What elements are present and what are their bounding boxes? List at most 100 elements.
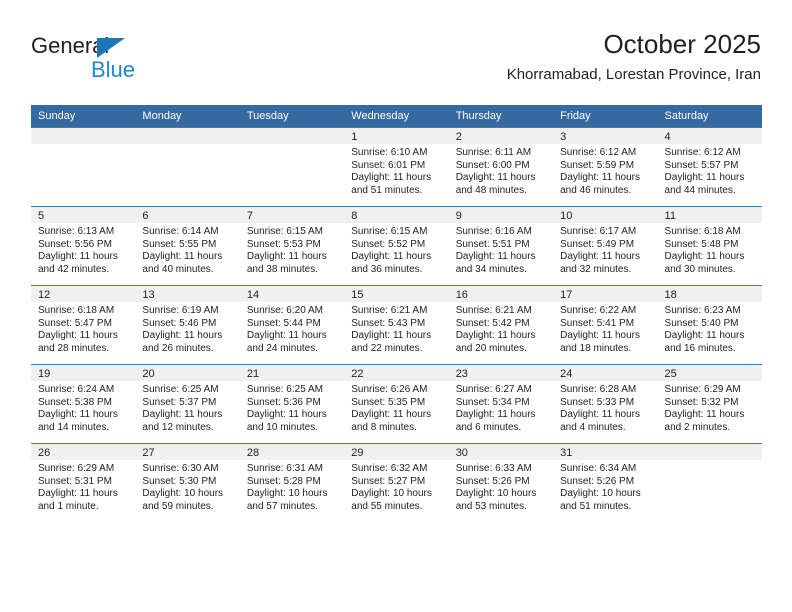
calendar-day-cell[interactable]: 29 Sunrise: 6:32 AM Sunset: 5:27 PM Dayligh… (344, 443, 449, 522)
daylight-text-line1: Daylight: 10 hours (246, 488, 328, 500)
day-number: 20 (135, 365, 240, 381)
daylight-text-line2: and 30 minutes. (664, 263, 736, 275)
daylight-text-line1: Daylight: 11 hours (351, 409, 432, 421)
sunrise-text: Sunrise: 6:29 AM (664, 384, 741, 395)
calendar-day-cell[interactable]: 20 Sunrise: 6:25 AM Sunset: 5:37 PM Dayligh… (135, 364, 240, 444)
calendar-day-cell[interactable]: 22 Sunrise: 6:26 AM Sunset: 5:35 PM Dayligh… (344, 364, 449, 444)
day-number-empty (135, 128, 240, 144)
calendar-day-cell[interactable]: 25 Sunrise: 6:29 AM Sunset: 5:32 PM Dayligh… (657, 364, 762, 444)
calendar-day-cell[interactable]: 30 Sunrise: 6:33 AM Sunset: 5:26 PM Dayligh… (448, 443, 554, 522)
calendar-day-cell[interactable]: 12 Sunrise: 6:18 AM Sunset: 5:47 PM Dayligh… (31, 285, 136, 365)
calendar-week-row: 12 Sunrise: 6:18 AM Sunset: 5:47 PM Dayligh… (31, 285, 762, 365)
sunrise-text: Sunrise: 6:21 AM (351, 305, 428, 316)
calendar-day-cell[interactable]: 1 Sunrise: 6:10 AM Sunset: 6:01 PM Daylight… (344, 127, 449, 207)
sunrise-text: Sunrise: 6:28 AM (560, 384, 637, 395)
daylight-text-line1: Daylight: 10 hours (560, 488, 641, 500)
day-details: Sunrise: 6:22 AM Sunset: 5:41 PM Daylight:… (553, 302, 657, 355)
sunrise-text: Sunrise: 6:25 AM (142, 384, 219, 395)
day-number: 22 (344, 365, 449, 381)
day-number-empty (239, 128, 345, 144)
calendar-day-cell[interactable]: 9 Sunrise: 6:16 AM Sunset: 5:51 PM Daylight… (448, 206, 554, 286)
sunset-text: Sunset: 5:48 PM (664, 238, 739, 250)
calendar-day-cell[interactable]: 7 Sunrise: 6:15 AM Sunset: 5:53 PM Daylight… (239, 206, 345, 286)
calendar-day-cell[interactable]: 6 Sunrise: 6:14 AM Sunset: 5:55 PM Daylight… (135, 206, 240, 286)
sunset-text: Sunset: 6:00 PM (455, 159, 530, 171)
calendar-week-row: 1 Sunrise: 6:10 AM Sunset: 6:01 PM Daylight… (31, 127, 762, 207)
daylight-text-line1: Daylight: 11 hours (455, 330, 536, 342)
day-details: Sunrise: 6:26 AM Sunset: 5:35 PM Daylight:… (344, 381, 448, 434)
daylight-text-line1: Daylight: 10 hours (455, 488, 537, 500)
calendar-day-cell[interactable]: 28 Sunrise: 6:31 AM Sunset: 5:28 PM Dayligh… (239, 443, 345, 522)
daylight-text-line2: and 10 minutes. (246, 421, 319, 433)
sunset-text: Sunset: 5:46 PM (142, 317, 217, 329)
logo-text-blue: Blue (91, 57, 136, 82)
day-details: Sunrise: 6:31 AM Sunset: 5:28 PM Daylight:… (240, 460, 344, 513)
day-details: Sunrise: 6:18 AM Sunset: 5:47 PM Daylight:… (31, 302, 135, 355)
day-number: 26 (31, 444, 136, 460)
day-number: 6 (135, 207, 240, 223)
daylight-text-line1: Daylight: 11 hours (142, 409, 223, 421)
day-number: 18 (657, 286, 762, 302)
sunrise-text: Sunrise: 6:33 AM (455, 463, 532, 474)
daylight-text-line2: and 51 minutes. (351, 184, 423, 196)
day-number: 31 (553, 444, 658, 460)
day-details: Sunrise: 6:14 AM Sunset: 5:55 PM Daylight:… (135, 223, 239, 276)
calendar-day-cell[interactable]: 24 Sunrise: 6:28 AM Sunset: 5:33 PM Dayligh… (553, 364, 658, 444)
sunset-text: Sunset: 5:36 PM (246, 396, 321, 408)
day-details: Sunrise: 6:27 AM Sunset: 5:34 PM Daylight:… (449, 381, 553, 434)
daylight-text-line1: Daylight: 11 hours (664, 330, 745, 342)
calendar-day-cell[interactable]: 14 Sunrise: 6:20 AM Sunset: 5:44 PM Dayligh… (239, 285, 345, 365)
calendar-day-cell[interactable]: 11 Sunrise: 6:18 AM Sunset: 5:48 PM Dayligh… (657, 206, 762, 286)
calendar-day-cell[interactable]: 10 Sunrise: 6:17 AM Sunset: 5:49 PM Dayligh… (553, 206, 658, 286)
daylight-text-line2: and 36 minutes. (351, 263, 423, 275)
calendar-day-cell[interactable]: 13 Sunrise: 6:19 AM Sunset: 5:46 PM Dayligh… (135, 285, 240, 365)
daylight-text-line1: Daylight: 11 hours (560, 409, 640, 421)
calendar-day-cell[interactable]: 17 Sunrise: 6:22 AM Sunset: 5:41 PM Dayligh… (553, 285, 658, 365)
sunset-text: Sunset: 5:28 PM (246, 475, 321, 487)
daylight-text-line2: and 48 minutes. (455, 184, 527, 196)
sunset-text: Sunset: 5:43 PM (351, 317, 426, 329)
daylight-text-line2: and 44 minutes. (664, 184, 736, 196)
day-number: 1 (344, 128, 449, 144)
calendar-cell-empty (239, 127, 345, 207)
daylight-text-line2: and 26 minutes. (142, 342, 214, 354)
day-details: Sunrise: 6:12 AM Sunset: 5:57 PM Daylight:… (658, 144, 762, 197)
calendar-week-row: 26 Sunrise: 6:29 AM Sunset: 5:31 PM Dayligh… (31, 443, 762, 522)
sunset-text: Sunset: 5:37 PM (142, 396, 217, 408)
day-details: Sunrise: 6:16 AM Sunset: 5:51 PM Daylight:… (449, 223, 553, 276)
sunrise-text: Sunrise: 6:25 AM (246, 384, 323, 395)
sunset-text: Sunset: 5:31 PM (38, 475, 112, 487)
calendar-day-cell[interactable]: 15 Sunrise: 6:21 AM Sunset: 5:43 PM Dayligh… (344, 285, 449, 365)
sunrise-text: Sunrise: 6:17 AM (560, 226, 637, 237)
calendar-day-cell[interactable]: 27 Sunrise: 6:30 AM Sunset: 5:30 PM Dayligh… (135, 443, 240, 522)
sunrise-text: Sunrise: 6:23 AM (664, 305, 741, 316)
daylight-text-line1: Daylight: 11 hours (246, 330, 327, 342)
calendar-day-cell[interactable]: 31 Sunrise: 6:34 AM Sunset: 5:26 PM Dayligh… (553, 443, 658, 522)
calendar-day-cell[interactable]: 4 Sunrise: 6:12 AM Sunset: 5:57 PM Daylight… (657, 127, 762, 207)
calendar-day-cell[interactable]: 8 Sunrise: 6:15 AM Sunset: 5:52 PM Daylight… (344, 206, 449, 286)
calendar-day-cell[interactable]: 21 Sunrise: 6:25 AM Sunset: 5:36 PM Dayligh… (239, 364, 345, 444)
calendar-day-cell[interactable]: 18 Sunrise: 6:23 AM Sunset: 5:40 PM Dayligh… (657, 285, 762, 365)
day-number: 28 (239, 444, 345, 460)
daylight-text-line2: and 53 minutes. (455, 500, 527, 512)
calendar-day-cell[interactable]: 23 Sunrise: 6:27 AM Sunset: 5:34 PM Dayligh… (448, 364, 554, 444)
day-number: 13 (135, 286, 240, 302)
calendar-day-cell[interactable]: 5 Sunrise: 6:13 AM Sunset: 5:56 PM Daylight… (31, 206, 136, 286)
sunset-text: Sunset: 5:41 PM (560, 317, 635, 329)
day-number: 23 (448, 365, 554, 381)
calendar-day-cell[interactable]: 3 Sunrise: 6:12 AM Sunset: 5:59 PM Daylight… (553, 127, 658, 207)
day-number: 29 (344, 444, 449, 460)
calendar-day-cell[interactable]: 26 Sunrise: 6:29 AM Sunset: 5:31 PM Dayligh… (31, 443, 136, 522)
calendar-day-cell[interactable]: 16 Sunrise: 6:21 AM Sunset: 5:42 PM Dayligh… (448, 285, 554, 365)
daylight-text-line2: and 59 minutes. (142, 500, 214, 512)
title-block: October 2025 Khorramabad, Lorestan Provi… (507, 28, 761, 86)
day-number: 11 (657, 207, 762, 223)
weekday-header-wednesday: Wednesday (344, 105, 449, 128)
calendar-cell-empty (657, 443, 762, 522)
daylight-text-line2: and 24 minutes. (246, 342, 319, 354)
calendar-day-cell[interactable]: 19 Sunrise: 6:24 AM Sunset: 5:38 PM Dayligh… (31, 364, 136, 444)
calendar-day-cell[interactable]: 2 Sunrise: 6:11 AM Sunset: 6:00 PM Daylight… (448, 127, 554, 207)
sunset-text: Sunset: 5:33 PM (560, 396, 635, 408)
calendar-header-row: Sunday Monday Tuesday Wednesday Thursday Frid… (31, 105, 762, 128)
day-details: Sunrise: 6:21 AM Sunset: 5:43 PM Daylight:… (344, 302, 448, 355)
